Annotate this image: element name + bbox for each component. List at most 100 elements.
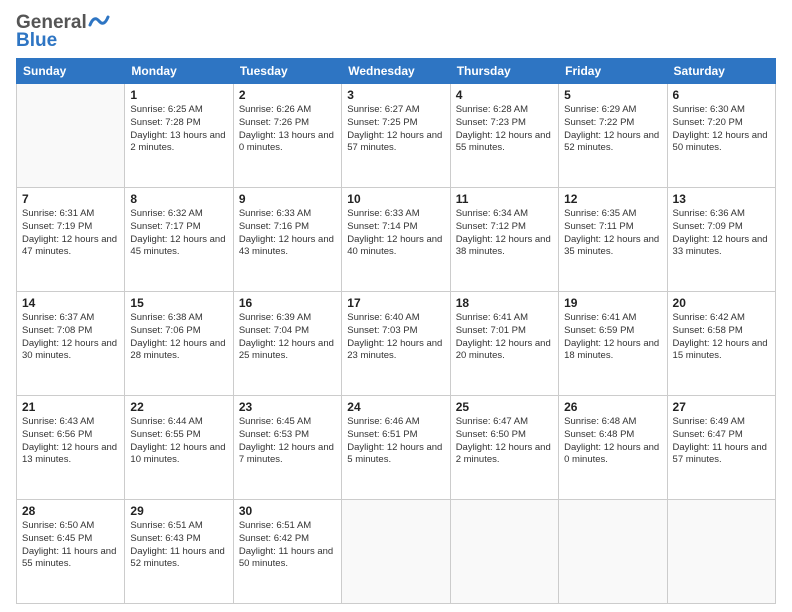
calendar-cell: 3 Sunrise: 6:27 AMSunset: 7:25 PMDaylight…	[342, 84, 450, 188]
day-number: 27	[673, 400, 770, 414]
calendar-cell: 25 Sunrise: 6:47 AMSunset: 6:50 PMDayligh…	[450, 396, 558, 500]
day-info: Sunrise: 6:47 AMSunset: 6:50 PMDaylight:…	[456, 416, 553, 467]
day-info: Sunrise: 6:33 AMSunset: 7:16 PMDaylight:…	[239, 208, 336, 259]
calendar-cell: 11Sunrise: 6:34 AMSunset: 7:12 PMDayligh…	[450, 188, 558, 292]
calendar-cell: 17Sunrise: 6:40 AMSunset: 7:03 PMDayligh…	[342, 292, 450, 396]
day-info: Sunrise: 6:33 AMSunset: 7:14 PMDaylight:…	[347, 208, 444, 259]
day-number: 3	[347, 88, 444, 102]
day-number: 29	[130, 504, 227, 518]
day-number: 18	[456, 296, 553, 310]
day-info: Sunrise: 6:45 AMSunset: 6:53 PMDaylight:…	[239, 416, 336, 467]
logo-blue-text: Blue	[16, 30, 57, 52]
day-info: Sunrise: 6:46 AMSunset: 6:51 PMDaylight:…	[347, 416, 444, 467]
calendar-cell: 24 Sunrise: 6:46 AMSunset: 6:51 PMDayligh…	[342, 396, 450, 500]
day-info: Sunrise: 6:41 AMSunset: 7:01 PMDaylight:…	[456, 312, 553, 363]
weekday-header-saturday: Saturday	[667, 59, 775, 84]
day-info: Sunrise: 6:37 AMSunset: 7:08 PMDaylight:…	[22, 312, 119, 363]
calendar-cell: 30 Sunrise: 6:51 AMSunset: 6:42 PMDayligh…	[233, 500, 341, 604]
day-number: 8	[130, 192, 227, 206]
calendar-cell: 1Sunrise: 6:25 AMSunset: 7:28 PMDaylight…	[125, 84, 233, 188]
day-number: 16	[239, 296, 336, 310]
calendar-cell: 23 Sunrise: 6:45 AMSunset: 6:53 PMDayligh…	[233, 396, 341, 500]
weekday-header-monday: Monday	[125, 59, 233, 84]
day-info: Sunrise: 6:32 AMSunset: 7:17 PMDaylight:…	[130, 208, 227, 259]
calendar-cell: 20Sunrise: 6:42 AMSunset: 6:58 PMDayligh…	[667, 292, 775, 396]
day-number: 4	[456, 88, 553, 102]
calendar-week-row: 21 Sunrise: 6:43 AMSunset: 6:56 PMDayligh…	[17, 396, 776, 500]
weekday-header-wednesday: Wednesday	[342, 59, 450, 84]
calendar-cell: 19Sunrise: 6:41 AMSunset: 6:59 PMDayligh…	[559, 292, 667, 396]
calendar-cell: 8 Sunrise: 6:32 AMSunset: 7:17 PMDaylight…	[125, 188, 233, 292]
calendar-cell: 4 Sunrise: 6:28 AMSunset: 7:23 PMDaylight…	[450, 84, 558, 188]
day-number: 13	[673, 192, 770, 206]
calendar-cell	[559, 500, 667, 604]
weekday-header-sunday: Sunday	[17, 59, 125, 84]
day-number: 26	[564, 400, 661, 414]
day-number: 2	[239, 88, 336, 102]
day-info: Sunrise: 6:49 AMSunset: 6:47 PMDaylight:…	[673, 416, 770, 467]
day-info: Sunrise: 6:43 AMSunset: 6:56 PMDaylight:…	[22, 416, 119, 467]
calendar-cell: 6 Sunrise: 6:30 AMSunset: 7:20 PMDaylight…	[667, 84, 775, 188]
day-info: Sunrise: 6:27 AMSunset: 7:25 PMDaylight:…	[347, 104, 444, 155]
calendar-cell	[667, 500, 775, 604]
day-number: 12	[564, 192, 661, 206]
day-number: 15	[130, 296, 227, 310]
calendar-cell	[17, 84, 125, 188]
day-number: 9	[239, 192, 336, 206]
calendar-cell: 13 Sunrise: 6:36 AMSunset: 7:09 PMDayligh…	[667, 188, 775, 292]
day-info: Sunrise: 6:39 AMSunset: 7:04 PMDaylight:…	[239, 312, 336, 363]
calendar-cell: 28 Sunrise: 6:50 AMSunset: 6:45 PMDayligh…	[17, 500, 125, 604]
calendar-cell: 10 Sunrise: 6:33 AMSunset: 7:14 PMDayligh…	[342, 188, 450, 292]
calendar-cell: 14 Sunrise: 6:37 AMSunset: 7:08 PMDayligh…	[17, 292, 125, 396]
day-info: Sunrise: 6:31 AMSunset: 7:19 PMDaylight:…	[22, 208, 119, 259]
logo-wave-icon	[88, 13, 110, 29]
day-number: 5	[564, 88, 661, 102]
day-number: 6	[673, 88, 770, 102]
page: General Blue SundayMondayTuesdayWednesda…	[0, 0, 792, 612]
day-info: Sunrise: 6:30 AMSunset: 7:20 PMDaylight:…	[673, 104, 770, 155]
day-info: Sunrise: 6:38 AMSunset: 7:06 PMDaylight:…	[130, 312, 227, 363]
calendar-week-row: 1Sunrise: 6:25 AMSunset: 7:28 PMDaylight…	[17, 84, 776, 188]
day-info: Sunrise: 6:36 AMSunset: 7:09 PMDaylight:…	[673, 208, 770, 259]
day-number: 30	[239, 504, 336, 518]
day-number: 28	[22, 504, 119, 518]
day-number: 14	[22, 296, 119, 310]
day-number: 1	[130, 88, 227, 102]
calendar-cell	[450, 500, 558, 604]
calendar-cell: 16 Sunrise: 6:39 AMSunset: 7:04 PMDayligh…	[233, 292, 341, 396]
day-number: 24	[347, 400, 444, 414]
day-info: Sunrise: 6:35 AMSunset: 7:11 PMDaylight:…	[564, 208, 661, 259]
calendar-cell: 26 Sunrise: 6:48 AMSunset: 6:48 PMDayligh…	[559, 396, 667, 500]
calendar-cell: 9 Sunrise: 6:33 AMSunset: 7:16 PMDaylight…	[233, 188, 341, 292]
calendar-cell: 5Sunrise: 6:29 AMSunset: 7:22 PMDaylight…	[559, 84, 667, 188]
calendar-week-row: 28 Sunrise: 6:50 AMSunset: 6:45 PMDayligh…	[17, 500, 776, 604]
calendar-week-row: 7Sunrise: 6:31 AMSunset: 7:19 PMDaylight…	[17, 188, 776, 292]
weekday-header-friday: Friday	[559, 59, 667, 84]
calendar-cell: 27 Sunrise: 6:49 AMSunset: 6:47 PMDayligh…	[667, 396, 775, 500]
day-number: 20	[673, 296, 770, 310]
day-number: 19	[564, 296, 661, 310]
calendar-cell: 29 Sunrise: 6:51 AMSunset: 6:43 PMDayligh…	[125, 500, 233, 604]
calendar-header-row: SundayMondayTuesdayWednesdayThursdayFrid…	[17, 59, 776, 84]
day-number: 22	[130, 400, 227, 414]
day-info: Sunrise: 6:51 AMSunset: 6:42 PMDaylight:…	[239, 520, 336, 571]
day-info: Sunrise: 6:50 AMSunset: 6:45 PMDaylight:…	[22, 520, 119, 571]
day-number: 10	[347, 192, 444, 206]
calendar-week-row: 14 Sunrise: 6:37 AMSunset: 7:08 PMDayligh…	[17, 292, 776, 396]
day-number: 21	[22, 400, 119, 414]
weekday-header-thursday: Thursday	[450, 59, 558, 84]
day-number: 23	[239, 400, 336, 414]
calendar-cell: 15 Sunrise: 6:38 AMSunset: 7:06 PMDayligh…	[125, 292, 233, 396]
day-info: Sunrise: 6:48 AMSunset: 6:48 PMDaylight:…	[564, 416, 661, 467]
logo: General Blue	[16, 12, 110, 52]
header: General Blue	[16, 12, 776, 52]
calendar-cell: 21 Sunrise: 6:43 AMSunset: 6:56 PMDayligh…	[17, 396, 125, 500]
calendar-cell: 18 Sunrise: 6:41 AMSunset: 7:01 PMDayligh…	[450, 292, 558, 396]
day-number: 25	[456, 400, 553, 414]
calendar-cell: 2Sunrise: 6:26 AMSunset: 7:26 PMDaylight…	[233, 84, 341, 188]
calendar-cell: 22Sunrise: 6:44 AMSunset: 6:55 PMDayligh…	[125, 396, 233, 500]
day-info: Sunrise: 6:28 AMSunset: 7:23 PMDaylight:…	[456, 104, 553, 155]
weekday-header-tuesday: Tuesday	[233, 59, 341, 84]
calendar-cell: 7Sunrise: 6:31 AMSunset: 7:19 PMDaylight…	[17, 188, 125, 292]
day-info: Sunrise: 6:51 AMSunset: 6:43 PMDaylight:…	[130, 520, 227, 571]
